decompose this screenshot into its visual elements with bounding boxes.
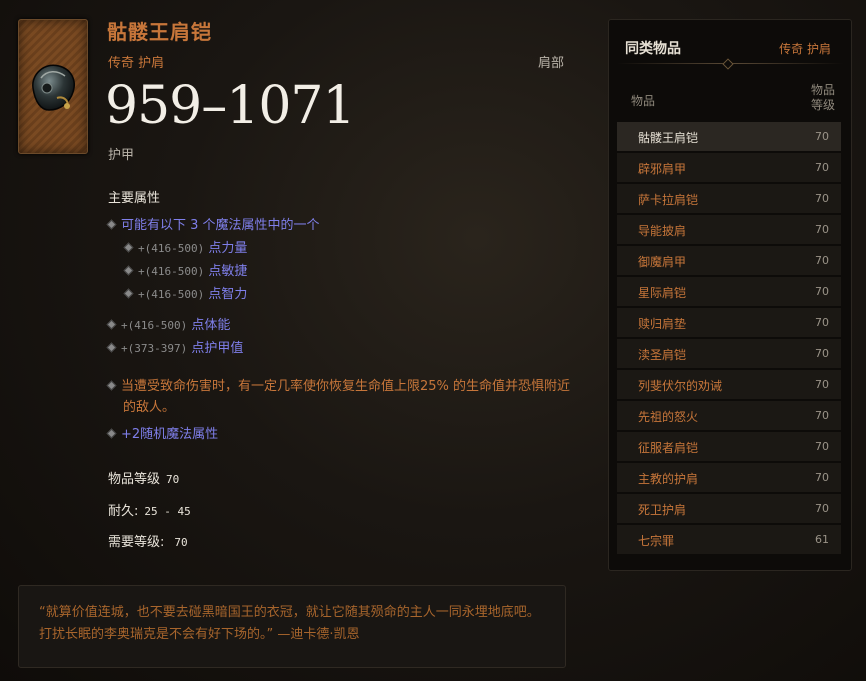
similar-item-row[interactable]: 辟邪肩甲 70 [617,153,841,184]
similar-item-level: 70 [815,347,829,360]
similar-item-name[interactable]: 星际肩铠 [638,284,686,301]
similar-item-row[interactable]: 主教的护肩 70 [617,463,841,494]
diamond-bullet-icon [123,242,134,253]
vitality-property: +(416-500) 点体能 [106,314,230,333]
dexterity-property: +(416-500) 点敏捷 [123,260,247,279]
similar-item-row[interactable]: 先祖的怒火 70 [617,401,841,432]
similar-item-level: 70 [815,285,829,298]
similar-item-name[interactable]: 骷髅王肩铠 [638,129,698,146]
panel-title: 同类物品 [625,41,681,57]
item-name: 骷髅王肩铠 [107,20,212,44]
similar-item-name[interactable]: 征服者肩铠 [638,439,698,456]
similar-item-name[interactable]: 主教的护肩 [638,470,698,487]
similar-item-name[interactable]: 导能披肩 [638,222,686,239]
similar-item-level: 61 [815,533,829,546]
similar-item-name[interactable]: 赎归肩垫 [638,315,686,332]
armor-value: 959–1071 [105,76,356,136]
similar-item-level: 70 [815,502,829,515]
similar-item-level: 70 [815,223,829,236]
similar-item-row[interactable]: 导能披肩 70 [617,215,841,246]
similar-item-level: 70 [815,130,829,143]
similar-item-level: 70 [815,471,829,484]
diamond-bullet-icon [123,288,134,299]
similar-item-name[interactable]: 先祖的怒火 [638,408,698,425]
similar-item-row[interactable]: 星际肩铠 70 [617,277,841,308]
similar-item-level: 70 [815,192,829,205]
similar-item-row[interactable]: 七宗罪 61 [617,525,841,556]
similar-item-row[interactable]: 死卫护肩 70 [617,494,841,525]
diamond-bullet-icon [106,380,117,391]
similar-item-level: 70 [815,378,829,391]
random-choice-property: 可能有以下 3 个魔法属性中的一个 [106,214,320,233]
diamond-bullet-icon [123,265,134,276]
similar-item-name[interactable]: 死卫护肩 [638,501,686,518]
similar-item-name[interactable]: 渎圣肩铠 [638,346,686,363]
similar-items-panel: 同类物品 传奇 护肩 物品 物品 等级 骷髅王肩铠 70 辟邪肩甲 70 萨卡拉肩铠 70… [608,19,852,571]
similar-item-row[interactable]: 骷髅王肩铠 70 [617,122,841,153]
divider-ornament-icon [722,58,734,70]
diamond-bullet-icon [106,428,117,439]
armor-label: 护甲 [108,148,135,163]
column-header-item: 物品 [631,94,656,108]
strength-property: +(416-500) 点力量 [123,237,247,256]
similar-item-row[interactable]: 萨卡拉肩铠 70 [617,184,841,215]
flavor-text: “就算价值连城，也不要去碰黑暗国王的衣冠，就让它随其殒命的主人一同永埋地底吧。打… [18,585,566,668]
diamond-bullet-icon [106,319,117,330]
similar-item-row[interactable]: 御魔肩甲 70 [617,246,841,277]
armor-property: +(373-397) 点护甲值 [106,337,243,356]
random-magic-property: +2随机魔法属性 [106,423,218,442]
similar-item-name[interactable]: 萨卡拉肩铠 [638,191,698,208]
similar-item-level: 70 [815,409,829,422]
similar-item-name[interactable]: 七宗罪 [638,532,674,549]
item-level: 物品等级 70 [108,472,180,487]
item-slot: 肩部 [538,56,565,71]
shoulder-armor-icon [32,64,75,111]
similar-item-name[interactable]: 御魔肩甲 [638,253,686,270]
similar-item-row[interactable]: 征服者肩铠 70 [617,432,841,463]
durability: 耐久: 25 - 45 [108,504,191,519]
similar-item-level: 70 [815,161,829,174]
diamond-bullet-icon [106,219,117,230]
column-header-level: 物品 等级 [810,83,835,112]
panel-filter-link[interactable]: 传奇 护肩 [779,40,831,57]
primary-stats-title: 主要属性 [108,191,161,206]
required-level: 需要等级: 70 [108,535,188,550]
similar-items-list: 骷髅王肩铠 70 辟邪肩甲 70 萨卡拉肩铠 70 导能披肩 70 御魔肩甲 70 星际肩铠 70 赎归… [617,122,841,556]
intelligence-property: +(416-500) 点智力 [123,283,247,302]
similar-item-row[interactable]: 渎圣肩铠 70 [617,339,841,370]
legendary-property: 当遭受致命伤害时，有一定几率使你恢复生命值上限25% 的生命值并恐惧附近的敌人。 [106,376,583,418]
item-image [18,19,88,154]
similar-item-level: 70 [815,440,829,453]
similar-item-name[interactable]: 辟邪肩甲 [638,160,686,177]
similar-item-name[interactable]: 列斐伏尔的劝诫 [638,377,722,394]
similar-item-row[interactable]: 列斐伏尔的劝诫 70 [617,370,841,401]
diamond-bullet-icon [106,342,117,353]
item-type[interactable]: 传奇 护肩 [108,52,164,71]
similar-item-level: 70 [815,316,829,329]
similar-item-row[interactable]: 赎归肩垫 70 [617,308,841,339]
similar-item-level: 70 [815,254,829,267]
